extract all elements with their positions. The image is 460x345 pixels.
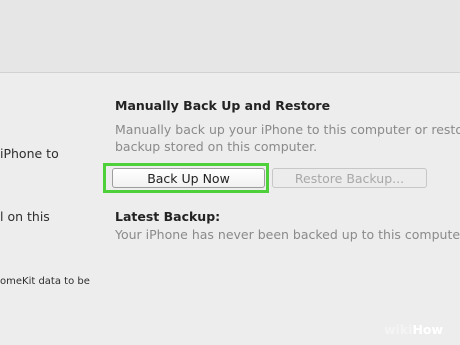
left-text-line-1: iPhone to (0, 146, 59, 161)
manual-backup-description-line-2: backup stored on this computer. (115, 139, 318, 154)
latest-backup-heading: Latest Backup: (115, 209, 221, 224)
manual-backup-heading: Manually Back Up and Restore (115, 98, 331, 113)
restore-backup-button[interactable]: Restore Backup... (272, 168, 427, 188)
top-panel (0, 0, 460, 73)
left-text-line-2: l on this (0, 209, 50, 224)
watermark-suffix: How (412, 322, 444, 337)
left-text-line-3: omeKit data to be (0, 276, 90, 287)
latest-backup-status: Your iPhone has never been backed up to … (115, 227, 460, 242)
back-up-now-button[interactable]: Back Up Now (112, 168, 265, 188)
watermark-prefix: wiki (384, 322, 413, 337)
wikihow-watermark: wikiHow (384, 322, 443, 337)
manual-backup-description-line-1: Manually back up your iPhone to this com… (115, 122, 460, 137)
